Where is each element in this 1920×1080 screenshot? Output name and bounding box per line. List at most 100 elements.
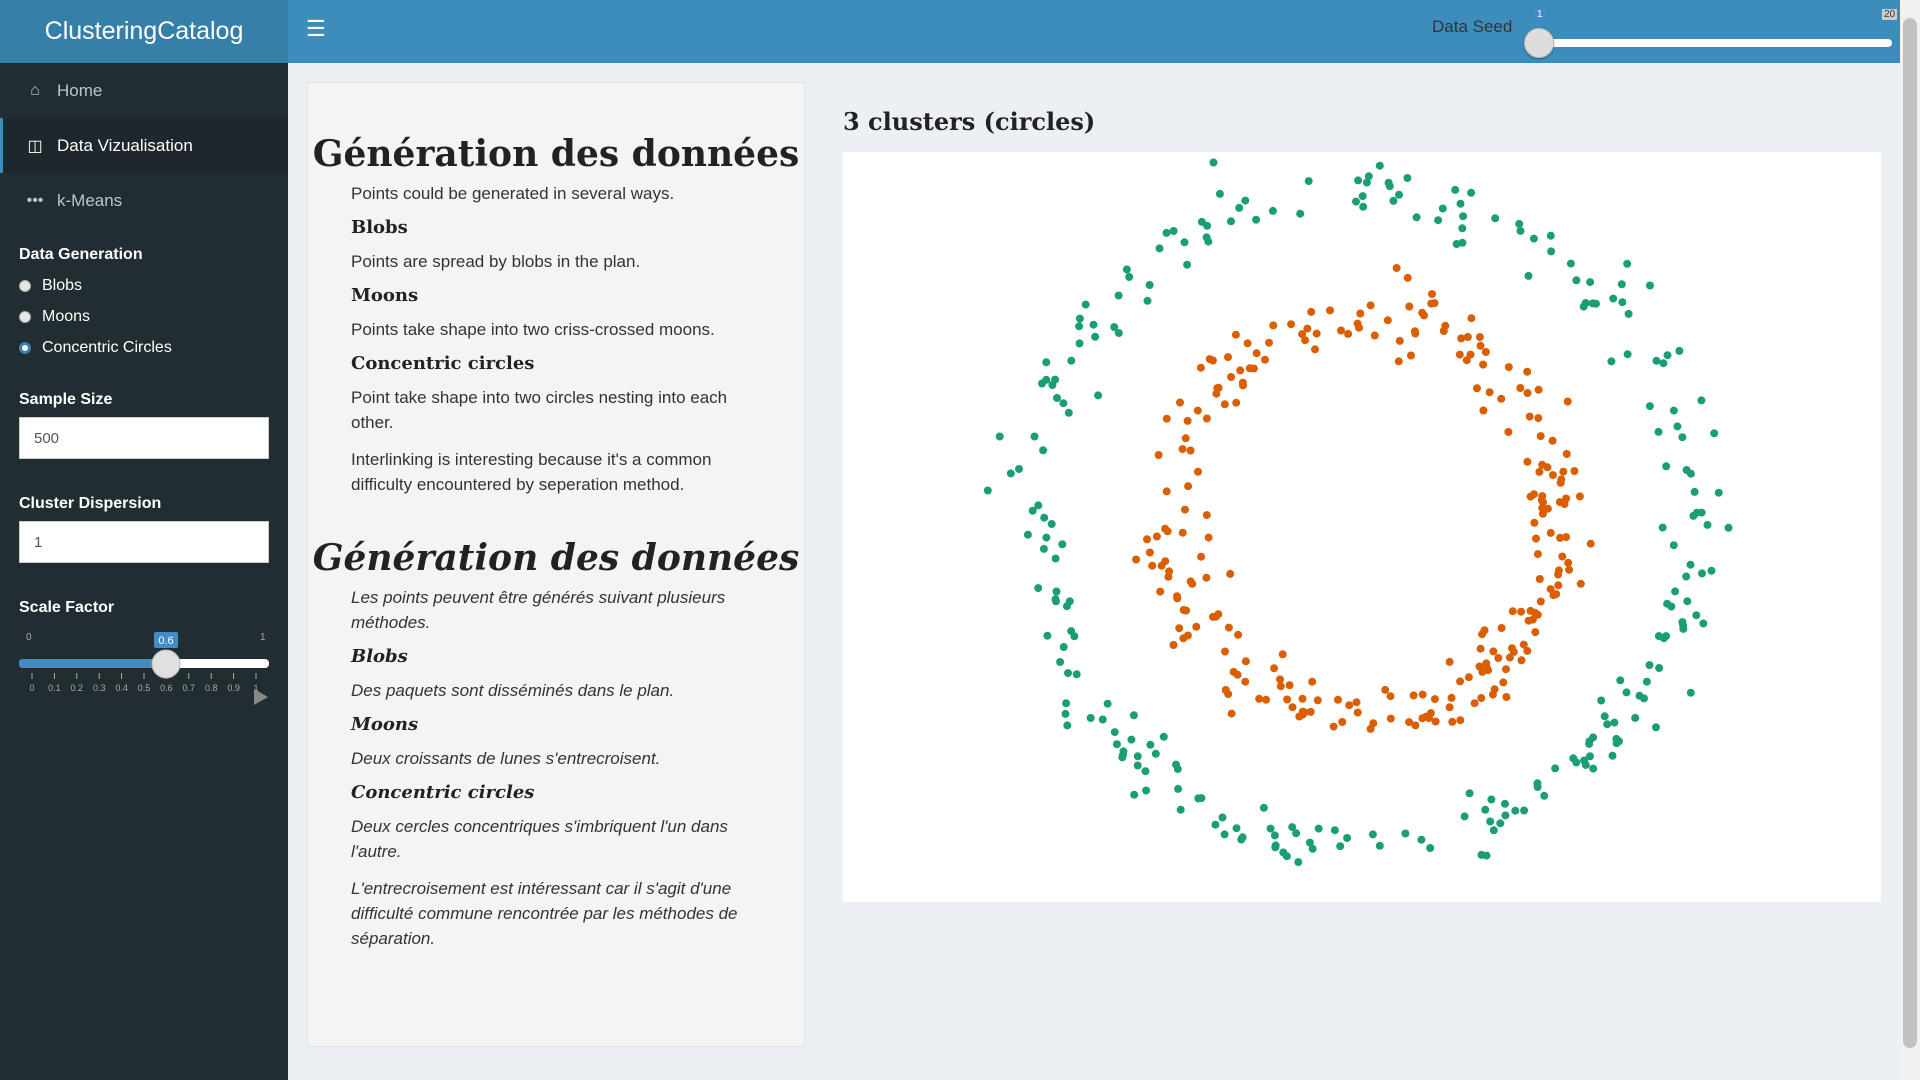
scatter-point-series-1 (1642, 677, 1651, 686)
scatter-point-series-2 (1202, 573, 1211, 582)
scatter-point-series-1 (1465, 789, 1474, 798)
scatter-point-series-2 (1285, 681, 1294, 690)
cluster-dispersion-input[interactable] (19, 521, 269, 563)
scatter-point-series-2 (1405, 302, 1414, 311)
scatter-point-series-2 (1525, 412, 1534, 421)
note-text-en: Interlinking is interesting because it's… (351, 450, 712, 494)
scatter-point-series-2 (1392, 264, 1401, 272)
scatter-point-series-2 (1188, 579, 1197, 588)
scatter-point-series-2 (1194, 467, 1202, 476)
scatter-point-series-2 (1353, 319, 1362, 328)
scatter-point-series-2 (1353, 708, 1362, 717)
scatter-point-series-1 (1266, 824, 1275, 833)
scatter-point-series-2 (1535, 467, 1544, 476)
scatter-point-series-1 (1438, 204, 1447, 213)
scatter-point-series-1 (1047, 520, 1056, 528)
scatter-point-series-1 (1359, 202, 1368, 211)
scatter-point-series-1 (1622, 688, 1631, 697)
menu-toggle-icon[interactable]: ☰ (306, 18, 328, 40)
scatter-point-series-2 (1394, 357, 1403, 366)
scatter-point-series-1 (1358, 192, 1367, 201)
scatter-point-series-1 (1114, 291, 1123, 300)
circles-heading-fr: Concentric circles (351, 782, 535, 803)
scatter-point-series-2 (1311, 345, 1319, 354)
data-seed-slider-handle[interactable] (1524, 28, 1554, 58)
scatter-point-series-1 (1682, 572, 1691, 581)
scatter-point-series-1 (1142, 786, 1151, 795)
scatter-point-series-2 (1479, 360, 1488, 369)
scale-factor-slider[interactable]: 0 1 0.6 0 0.1 0.2 0.3 0.4 0.5 0.6 0.7 0.8 0.9 1 (0, 617, 288, 707)
scatter-point-series-1 (1180, 238, 1189, 247)
scatter-point-series-1 (1581, 761, 1590, 769)
radio-button[interactable] (19, 310, 31, 323)
scale-slider-handle[interactable] (151, 649, 181, 679)
scatter-point-series-2 (1313, 696, 1322, 705)
scatter-point-series-1 (1368, 830, 1377, 839)
scatter-point-series-2 (1445, 703, 1454, 712)
scatter-point-series-1 (1042, 375, 1051, 384)
panel-title-en: Génération des données (312, 133, 800, 175)
scatter-point-series-2 (1564, 558, 1573, 567)
scatter-point-series-2 (1530, 518, 1539, 527)
scatter-point-series-2 (1477, 694, 1486, 702)
scale-tick-label: 0 (29, 683, 34, 693)
sidebar-item-home[interactable]: ⌂ Home (0, 63, 288, 118)
scatter-point-series-1 (1710, 429, 1719, 438)
scatter-point-series-1 (1588, 299, 1597, 308)
scatter-point-series-2 (1563, 397, 1572, 406)
scatter-point-series-1 (1064, 408, 1073, 417)
scatter-point-series-1 (1589, 764, 1598, 773)
scatter-point-series-1 (1133, 752, 1142, 761)
scatter-point-series-1 (1146, 740, 1155, 749)
scatter-point-series-1 (1686, 688, 1695, 697)
scatter-point-series-1 (1043, 631, 1052, 640)
scatter-point-series-1 (1600, 712, 1609, 721)
radio-button-selected[interactable] (19, 341, 31, 354)
scatter-point-series-2 (1157, 561, 1166, 570)
scatter-point-series-1 (1520, 806, 1529, 815)
sidebar-item-data-vizualisation[interactable]: ◫ Data Vizualisation (0, 118, 288, 173)
radio-moons[interactable]: Moons (0, 301, 288, 332)
scatter-point-series-1 (1039, 446, 1048, 455)
circles-text-en: Point take shape into two circles nestin… (351, 388, 728, 432)
data-seed-slider-track[interactable] (1536, 39, 1892, 47)
radio-blobs[interactable]: Blobs (0, 270, 288, 301)
scatter-point-series-1 (1501, 811, 1510, 820)
page-scrollbar[interactable] (1900, 0, 1920, 1080)
scatter-point-series-1 (1477, 850, 1486, 859)
scatter-point-series-2 (1245, 364, 1254, 373)
sidebar-item-k-means[interactable]: ••• k-Means (0, 173, 288, 228)
scrollbar-thumb[interactable] (1903, 18, 1917, 1048)
blobs-heading-fr: Blobs (351, 646, 408, 667)
blobs-heading-en: Blobs (351, 217, 408, 238)
scatter-point-series-1 (1489, 826, 1498, 835)
radio-button[interactable] (19, 279, 31, 292)
play-icon[interactable] (254, 689, 268, 705)
scatter-point-series-2 (1549, 471, 1557, 480)
scatter-point-series-1 (1533, 779, 1542, 788)
scatter-point-series-1 (1616, 676, 1625, 685)
scatter-point-series-2 (1192, 622, 1201, 631)
scatter-point-series-1 (1271, 841, 1280, 850)
sample-size-input[interactable] (19, 417, 269, 459)
radio-concentric-circles[interactable]: Concentric Circles (0, 332, 288, 363)
scatter-point-series-1 (1618, 298, 1627, 307)
scatter-point-series-2 (1352, 698, 1361, 707)
scatter-point-series-1 (1039, 544, 1048, 553)
scatter-point-series-1 (1609, 294, 1618, 303)
scatter-point-series-1 (1122, 265, 1131, 274)
scatter-point-series-1 (1118, 753, 1127, 762)
scatter-point-series-1 (1098, 715, 1107, 724)
scatter-point-series-1 (1103, 699, 1112, 708)
scatter-point-series-1 (1051, 595, 1060, 604)
scatter-point-series-1 (1654, 632, 1663, 641)
scatter-point-series-1 (1015, 465, 1023, 473)
scatter-point-series-2 (1169, 641, 1178, 649)
scatter-point-series-2 (1475, 662, 1484, 671)
scatter-point-series-2 (1519, 640, 1528, 649)
app-logo[interactable]: ClusteringCatalog (0, 0, 288, 63)
scatter-point-series-2 (1241, 657, 1250, 666)
scatter-point-series-1 (1572, 276, 1581, 285)
radio-label: Concentric Circles (42, 338, 172, 356)
scatter-point-series-1 (1515, 219, 1524, 228)
